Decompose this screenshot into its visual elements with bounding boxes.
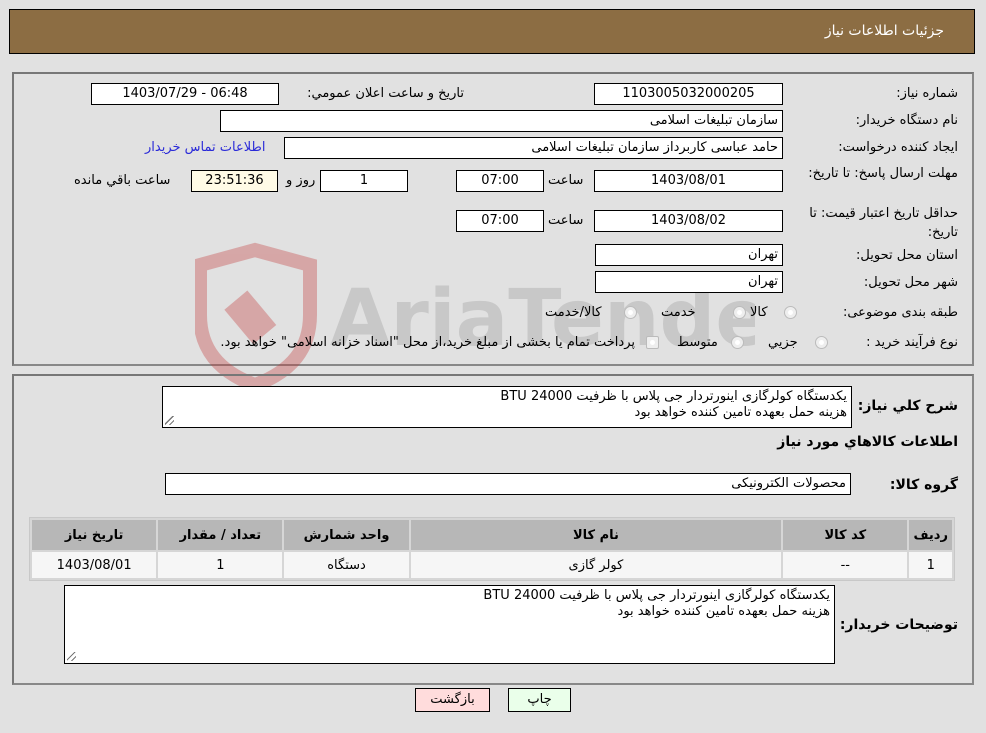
province-field: تهران: [595, 244, 783, 266]
reply-time-label: ساعت: [548, 173, 584, 188]
col-unit: واحد شمارش: [284, 520, 409, 550]
col-goods-code: کد کالا: [783, 520, 908, 550]
process-radio-minor[interactable]: [815, 336, 828, 349]
cell-quantity: 1: [158, 552, 283, 578]
cell-row-number: 1: [909, 552, 952, 578]
col-goods-name: نام کالا: [410, 520, 782, 550]
days-label: روز و: [286, 173, 316, 188]
buyer-notes-line-2: هزینه حمل بعهده تامین کننده خواهد بود: [617, 604, 830, 619]
process-type-label: نوع فرآیند خرید :: [866, 335, 958, 350]
buyer-org-label: نام دستگاه خریدار:: [855, 113, 958, 128]
process-option-minor: جزیي: [768, 335, 798, 350]
resize-grip-icon[interactable]: [67, 652, 76, 661]
summary-line-1: یکدستگاه کولرگازی اینورتردار جی پلاس با …: [500, 389, 847, 404]
cell-goods-code: --: [783, 552, 908, 578]
print-button[interactable]: چاپ: [508, 688, 571, 712]
goods-group-label: گروه کالا:: [889, 477, 958, 493]
resize-grip-icon[interactable]: [165, 416, 174, 425]
table-header-row: ردیف کد کالا نام کالا واحد شمارش تعداد /…: [32, 520, 952, 550]
category-radio-goods-service[interactable]: [624, 306, 637, 319]
province-label: استان محل تحویل:: [856, 248, 958, 263]
process-note: پرداخت تمام یا بخشی از مبلغ خرید،از محل …: [220, 335, 635, 350]
reply-date-field: 1403/08/01: [594, 170, 783, 192]
category-label: طبقه بندی موضوعی:: [842, 305, 958, 320]
buyer-contact-link[interactable]: اطلاعات تماس خریدار: [145, 140, 265, 155]
process-radio-medium[interactable]: [731, 336, 744, 349]
back-button[interactable]: بازگشت: [415, 688, 490, 712]
price-time-label: ساعت: [548, 213, 584, 228]
days-remaining-field: 1: [320, 170, 408, 192]
summary-label: شرح کلي نیاز:: [857, 398, 958, 414]
city-field: تهران: [595, 271, 783, 293]
reply-time-field: 07:00: [456, 170, 544, 192]
process-option-medium: متوسط: [677, 335, 718, 350]
goods-table: ردیف کد کالا نام کالا واحد شمارش تعداد /…: [29, 517, 955, 581]
category-option-goods-service: کالا/خدمت: [545, 305, 602, 320]
need-number-field: 1103005032000205: [594, 83, 783, 105]
cell-unit: دستگاه: [284, 552, 409, 578]
table-row: 1 -- کولر گازی دستگاه 1 1403/08/01: [32, 552, 952, 578]
announce-date-field: 1403/07/29 - 06:48: [91, 83, 279, 105]
price-date-field: 1403/08/02: [594, 210, 783, 232]
col-row-number: ردیف: [909, 520, 952, 550]
city-label: شهر محل تحویل:: [863, 275, 958, 290]
page-header: جزئیات اطلاعات نیاز: [9, 9, 975, 54]
page-title: جزئیات اطلاعات نیاز: [824, 23, 944, 39]
creator-field: حامد عباسی کاربرداز سازمان تبلیغات اسلام…: [284, 137, 783, 159]
buyer-notes-line-1: یکدستگاه کولرگازی اینورتردار جی پلاس با …: [483, 588, 830, 603]
creator-label: ایجاد کننده درخواست:: [838, 140, 958, 155]
reply-deadline-label: مهلت ارسال پاسخ: تا تاریخ:: [808, 166, 958, 181]
price-time-field: 07:00: [456, 210, 544, 232]
buyer-org-field: سازمان تبلیغات اسلامی: [220, 110, 783, 132]
remaining-time-field: 23:51:36: [191, 170, 278, 192]
col-quantity: تعداد / مقدار: [158, 520, 283, 550]
buyer-notes-label: توضیحات خریدار:: [839, 617, 958, 633]
category-option-service: خدمت: [661, 305, 696, 320]
category-option-goods: کالا: [750, 305, 768, 320]
goods-info-title: اطلاعات کالاهاي مورد نیاز: [777, 434, 958, 450]
summary-line-2: هزینه حمل بعهده تامین کننده خواهد بود: [634, 405, 847, 420]
buyer-notes-textarea[interactable]: یکدستگاه کولرگازی اینورتردار جی پلاس با …: [64, 585, 835, 664]
summary-textarea[interactable]: یکدستگاه کولرگازی اینورتردار جی پلاس با …: [162, 386, 852, 428]
category-radio-service[interactable]: [733, 306, 746, 319]
remaining-label: ساعت باقي مانده: [74, 173, 171, 188]
treasury-checkbox[interactable]: [646, 336, 659, 349]
price-validity-label: حداقل تاریخ اعتبار قیمت: تا تاریخ:: [809, 206, 958, 240]
goods-group-field: محصولات الکترونیکی: [165, 473, 851, 495]
announce-date-label: تاریخ و ساعت اعلان عمومي:: [307, 86, 464, 101]
cell-goods-name: کولر گازی: [410, 552, 782, 578]
cell-need-date: 1403/08/01: [32, 552, 157, 578]
category-radio-goods[interactable]: [784, 306, 797, 319]
need-number-label: شماره نیاز:: [896, 86, 958, 101]
col-need-date: تاریخ نیاز: [32, 520, 157, 550]
